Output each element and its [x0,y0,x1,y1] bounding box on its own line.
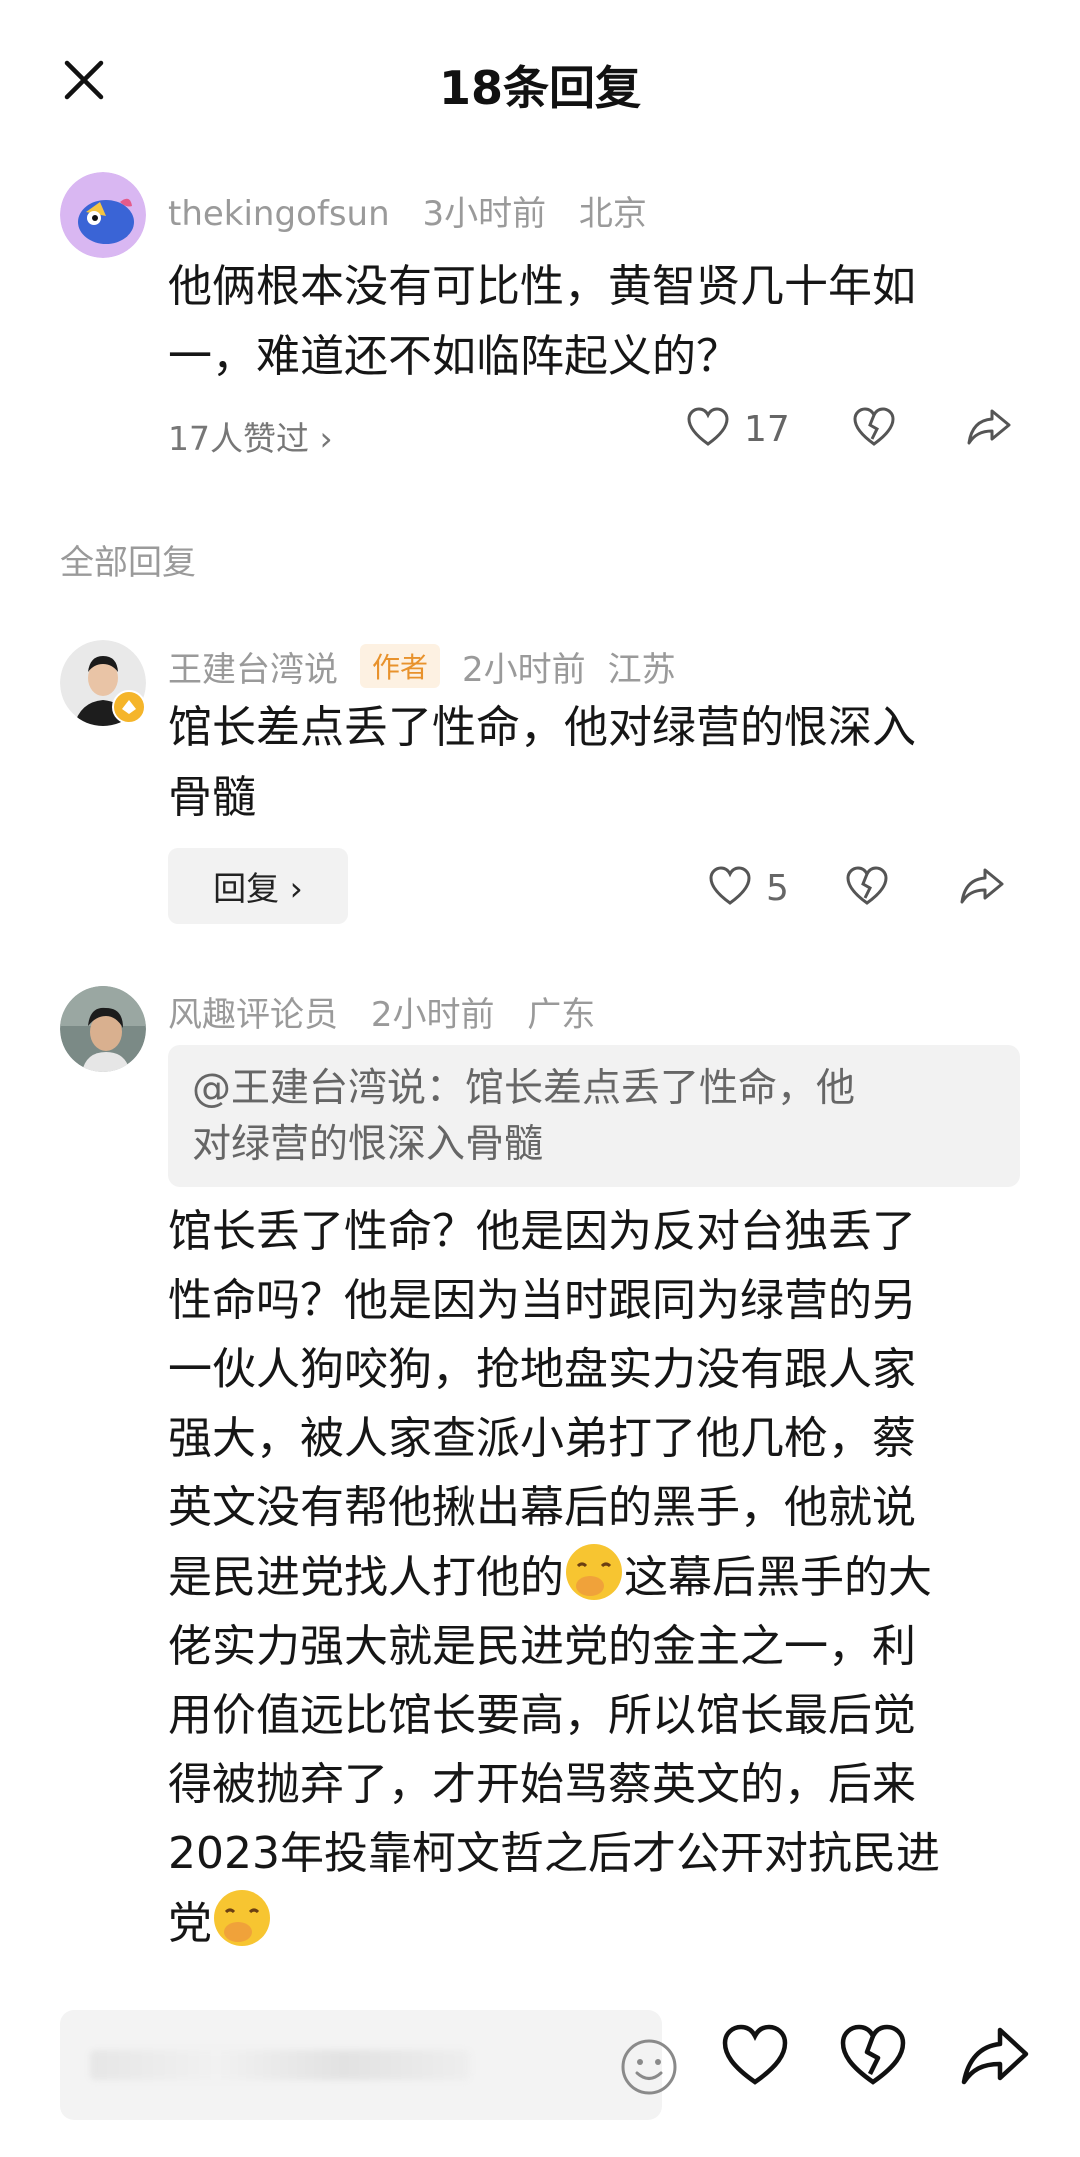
reply-actions: 5 [708,866,1005,910]
likers-link[interactable]: 17人赞过 › [168,412,333,460]
like-count: 5 [766,867,789,909]
location: 江苏 [607,650,676,690]
top-bar: 18条回复 [0,0,1080,170]
share-icon[interactable] [966,407,1012,451]
heart-icon[interactable] [686,407,730,451]
reply-line: 骨髓 [168,772,256,823]
author-badge: 作者 [360,644,441,688]
reply-line: 是民进党找人打他的 这幕后黑手的大 [168,1542,940,1612]
quoted-reply[interactable]: @王建台湾说：馆长差点丢了性命，他 对绿营的恨深入骨髓 [168,1045,1020,1187]
reply-fragment: 党 [168,1898,212,1949]
reply-line: 馆长丢了性命？他是因为反对台独丢了 [168,1206,916,1257]
bottom-bar [0,1990,1080,2157]
quote-line: 对绿营的恨深入骨髓 [192,1122,544,1167]
reply-fragment: 是民进党找人打他的 [168,1552,564,1603]
main-comment-actions: 17 [686,407,1012,451]
reply-text: 馆长丢了性命？他是因为反对台独丢了 性命吗？他是因为当时跟同为绿营的另 一伙人狗… [168,1197,940,1958]
reply-meta: 风趣评论员 2小时前 广东 [168,987,617,1036]
covering-mouth-emoji-icon [564,1542,624,1602]
reply-line: 英文没有帮他揪出幕后的黑手，他就说 [168,1482,916,1533]
reply-line: 2023年投靠柯文哲之后才公开对抗民进 [168,1828,940,1879]
comment-line: 他俩根本没有可比性，黄智贤几十年如 [168,261,916,312]
reply-button[interactable]: 回复 › [168,848,348,924]
emoji-icon[interactable] [620,2038,678,2096]
avatar[interactable] [60,172,146,258]
timestamp: 2小时前 [370,995,495,1035]
reply-line: 佬实力强大就是民进党的金主之一，利 [168,1621,916,1672]
share-icon[interactable] [959,866,1005,910]
reply-text: 馆长差点丢了性命，他对绿营的恨深入 骨髓 [168,693,916,833]
comment-meta: thekingofsun 3小时前 北京 [168,186,669,235]
quote-line: @王建台湾说：馆长差点丢了性命，他 [192,1066,856,1111]
page-title: 18条回复 [438,61,641,115]
like-count: 17 [744,408,790,450]
avatar[interactable] [60,986,146,1072]
heart-icon[interactable] [720,2022,790,2092]
reply-line: 馆长差点丢了性命，他对绿营的恨深入 [168,702,916,753]
username[interactable]: 王建台湾说 [168,650,338,690]
dislike-heart-icon[interactable] [852,407,896,451]
username[interactable]: 风趣评论员 [168,995,338,1035]
timestamp: 3小时前 [422,194,547,234]
dislike-heart-icon[interactable] [845,866,889,910]
timestamp: 2小时前 [462,650,586,690]
verified-badge-icon [112,690,146,724]
share-icon[interactable] [960,2022,1030,2092]
reply-line: 党 [168,1888,940,1958]
location: 北京 [578,194,647,234]
heart-icon[interactable] [708,866,752,910]
covering-mouth-emoji-icon [212,1888,272,1948]
comment-input[interactable] [60,2010,677,2120]
reply-line: 一伙人狗咬狗，抢地盘实力没有跟人家 [168,1344,916,1395]
reply-fragment: 这幕后黑手的大 [624,1552,932,1603]
username[interactable]: thekingofsun [168,194,390,234]
comment-text: 他俩根本没有可比性，黄智贤几十年如 一，难道还不如临阵起义的？ [168,252,916,392]
reply-line: 性命吗？他是因为当时跟同为绿营的另 [168,1275,916,1326]
input-placeholder-blur [90,2050,470,2080]
reply-line: 得被抛弃了，才开始骂蔡英文的，后来 [168,1759,916,1810]
reply-meta: 王建台湾说 作者 2小时前 江苏 [168,642,698,691]
reply-line: 强大，被人家查派小弟打了他几枪，蔡 [168,1413,916,1464]
section-label: 全部回复 [60,543,196,583]
comment-line: 一，难道还不如临阵起义的？ [168,331,740,382]
location: 广东 [527,995,596,1035]
dislike-heart-icon[interactable] [838,2022,908,2092]
reply-line: 用价值远比馆长要高，所以馆长最后觉 [168,1690,916,1741]
